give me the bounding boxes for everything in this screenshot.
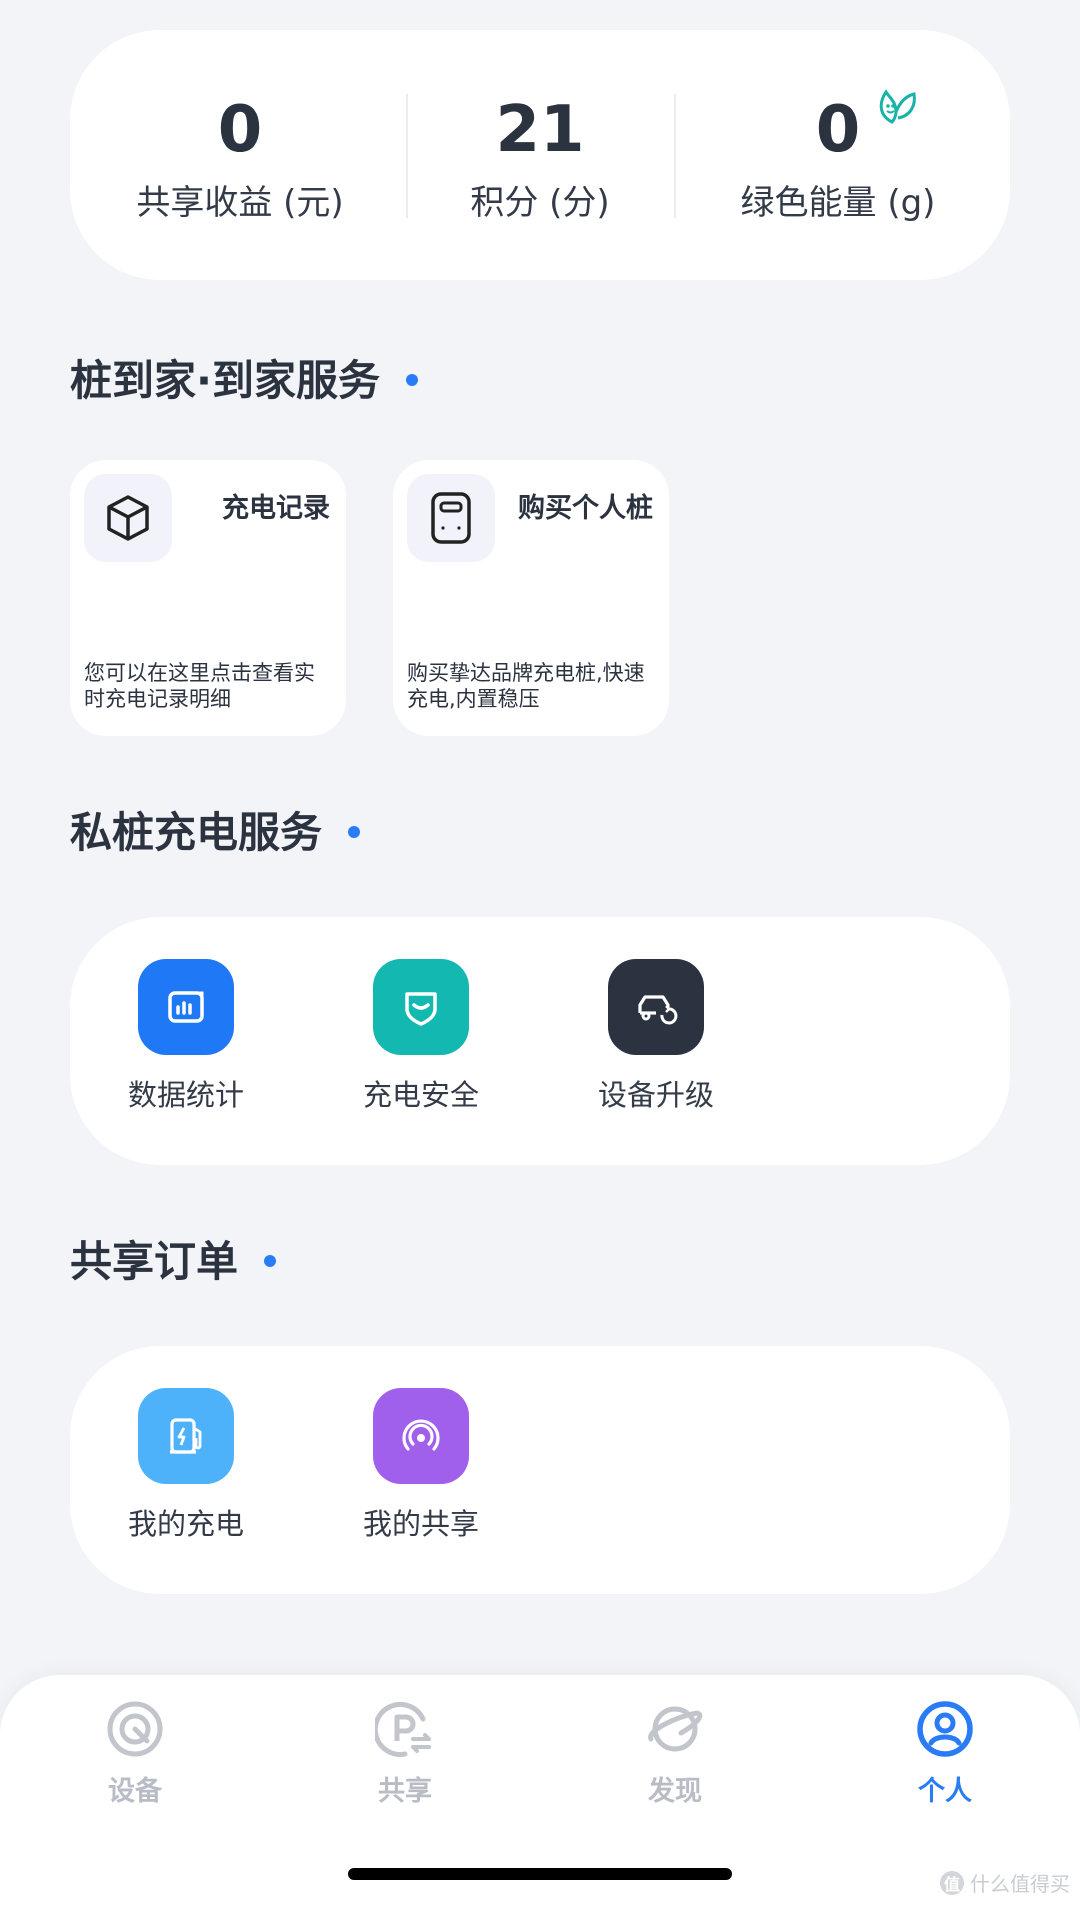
tile-title: 购买个人桩 bbox=[518, 493, 653, 524]
divider bbox=[674, 94, 676, 218]
cube-icon bbox=[107, 495, 149, 541]
tile-charge-record[interactable]: 充电记录 您可以在这里点击查看实时充电记录明细 bbox=[70, 460, 346, 736]
device-icon bbox=[107, 1701, 163, 1757]
section-dot bbox=[348, 825, 361, 838]
shared-orders-card: 我的充电 我的共享 bbox=[70, 1346, 1010, 1594]
tab-profile[interactable]: 个人 bbox=[875, 1699, 1015, 1808]
tab-label: 个人 bbox=[918, 1776, 972, 1807]
home-indicator bbox=[348, 1868, 732, 1880]
tile-buy-charger[interactable]: 购买个人桩 购买挚达品牌充电桩,快速充电,内置稳压 bbox=[393, 460, 669, 736]
chart-icon bbox=[138, 959, 234, 1055]
service-data-stats[interactable]: 数据统计 bbox=[86, 959, 286, 1110]
user-icon bbox=[917, 1701, 973, 1757]
section-title-text: 共享订单 bbox=[70, 1237, 239, 1286]
tile-icon-box bbox=[84, 474, 172, 562]
section-title-shared-orders: 共享订单 bbox=[70, 1241, 277, 1283]
tab-device[interactable]: 设备 bbox=[65, 1699, 205, 1808]
tile-icon-box bbox=[407, 474, 495, 562]
watermark-text: 什么值得买 bbox=[970, 1872, 1070, 1896]
private-service-card: 数据统计 充电安全 设备升级 bbox=[70, 917, 1010, 1165]
stat-green-energy[interactable]: 0 绿色能量 (g) bbox=[688, 30, 988, 280]
service-label: 充电安全 bbox=[362, 1078, 479, 1112]
order-label: 我的共享 bbox=[362, 1507, 479, 1541]
shield-icon bbox=[373, 959, 469, 1055]
tab-label: 发现 bbox=[648, 1776, 702, 1807]
service-charge-safety[interactable]: 充电安全 bbox=[321, 959, 521, 1110]
tile-title: 充电记录 bbox=[222, 493, 330, 524]
order-my-sharing[interactable]: 我的共享 bbox=[321, 1388, 521, 1539]
order-my-charging[interactable]: 我的充电 bbox=[86, 1388, 286, 1539]
tab-label: 共享 bbox=[378, 1776, 432, 1807]
parking-share-icon bbox=[372, 1701, 431, 1757]
watermark-badge: 值 bbox=[940, 1870, 964, 1895]
fuel-station-icon bbox=[138, 1388, 234, 1484]
service-device-upgrade[interactable]: 设备升级 bbox=[556, 959, 756, 1110]
stat-shared-income[interactable]: 0 共享收益 (元) bbox=[90, 30, 390, 280]
stat-label: 积分 (分) bbox=[470, 183, 610, 223]
stat-value: 0 bbox=[217, 93, 263, 167]
tab-label: 设备 bbox=[108, 1776, 162, 1807]
stat-value: 21 bbox=[495, 93, 585, 167]
stat-points[interactable]: 21 积分 (分) bbox=[390, 30, 690, 280]
stat-label: 共享收益 (元) bbox=[136, 183, 344, 223]
order-label: 我的充电 bbox=[127, 1507, 244, 1541]
car-refresh-icon bbox=[608, 959, 704, 1055]
stats-card: 0 共享收益 (元) 21 积分 (分) 0 绿色能量 (g) bbox=[70, 30, 1010, 280]
service-label: 数据统计 bbox=[127, 1078, 244, 1112]
tab-share[interactable]: 共享 bbox=[335, 1699, 475, 1808]
tab-discover[interactable]: 发现 bbox=[605, 1699, 745, 1808]
charger-icon bbox=[431, 492, 471, 544]
section-title-private-service: 私桩充电服务 bbox=[70, 812, 361, 854]
section-dot bbox=[405, 373, 418, 386]
section-title-text: 桩到家·到家服务 bbox=[70, 356, 380, 405]
tile-description: 您可以在这里点击查看实时充电记录明细 bbox=[84, 661, 315, 711]
stat-value: 0 bbox=[815, 93, 861, 167]
leaf-icon bbox=[879, 89, 916, 124]
service-label: 设备升级 bbox=[597, 1078, 714, 1112]
section-title-home-service: 桩到家·到家服务 bbox=[70, 360, 418, 402]
section-title-text: 私桩充电服务 bbox=[70, 808, 323, 857]
watermark: 值 什么值得买 bbox=[940, 1868, 1070, 1897]
broadcast-icon bbox=[373, 1388, 469, 1484]
tile-description: 购买挚达品牌充电桩,快速充电,内置稳压 bbox=[407, 661, 645, 711]
stat-label: 绿色能量 (g) bbox=[740, 183, 936, 223]
planet-icon bbox=[648, 1706, 703, 1752]
section-dot bbox=[264, 1254, 277, 1267]
